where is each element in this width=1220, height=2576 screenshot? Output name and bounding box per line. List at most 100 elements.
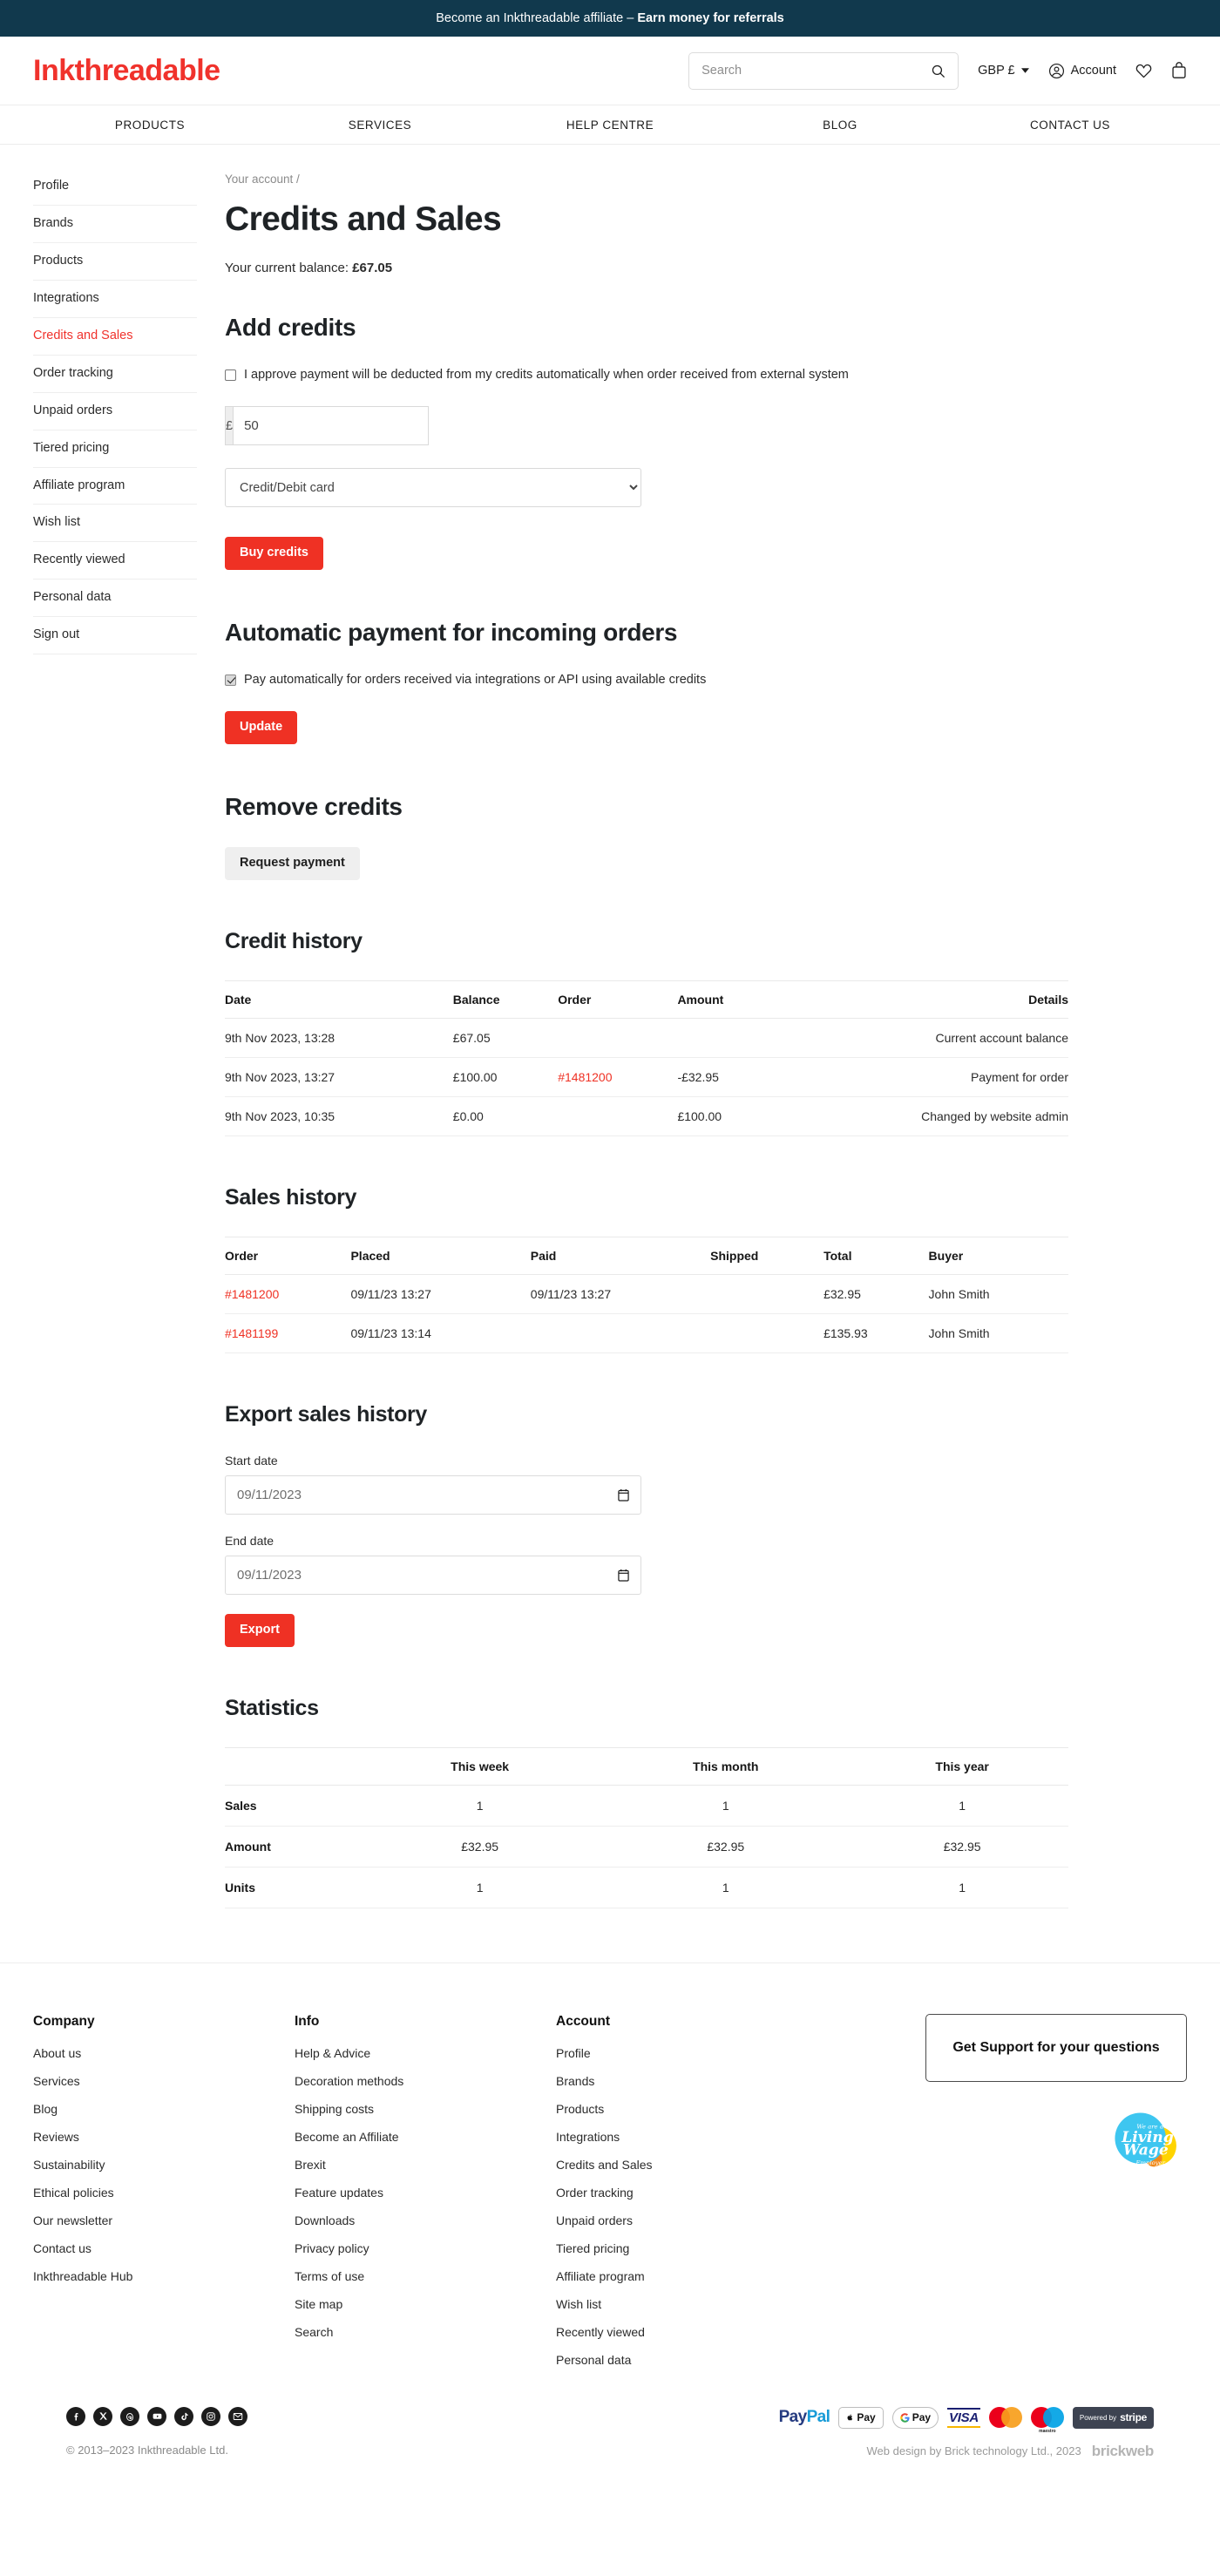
footer-link-credits-and-sales[interactable]: Credits and Sales bbox=[556, 2158, 817, 2172]
site-logo[interactable]: Inkthreadable bbox=[33, 56, 220, 85]
footer-link-unpaid-orders[interactable]: Unpaid orders bbox=[556, 2213, 817, 2227]
cell-month: 1 bbox=[595, 1867, 856, 1908]
order-link[interactable]: #1481200 bbox=[225, 1287, 279, 1301]
request-payment-button[interactable]: Request payment bbox=[225, 847, 360, 880]
footer-link-brands[interactable]: Brands bbox=[556, 2074, 817, 2088]
approve-auto-deduct-row[interactable]: I approve payment will be deducted from … bbox=[225, 368, 1068, 382]
sidebar-item-profile[interactable]: Profile bbox=[33, 174, 197, 206]
currency-selector[interactable]: GBP £ bbox=[978, 64, 1028, 78]
wishlist-button[interactable] bbox=[1135, 63, 1152, 78]
credit-amount-group[interactable]: £ bbox=[225, 406, 380, 445]
sidebar-item-affiliate-program[interactable]: Affiliate program bbox=[33, 468, 197, 505]
cart-button[interactable] bbox=[1171, 62, 1187, 79]
footer-link-wish-list[interactable]: Wish list bbox=[556, 2297, 817, 2311]
sidebar-item-recently-viewed[interactable]: Recently viewed bbox=[33, 542, 197, 580]
auto-payment-checkbox[interactable] bbox=[225, 675, 236, 686]
nav-item-contact-us[interactable]: CONTACT US bbox=[955, 119, 1185, 132]
footer-link-contact-us[interactable]: Contact us bbox=[33, 2241, 295, 2255]
calendar-icon[interactable] bbox=[618, 1569, 629, 1582]
brickweb-logo: brickweb bbox=[1092, 2443, 1154, 2460]
sidebar-item-order-tracking[interactable]: Order tracking bbox=[33, 356, 197, 393]
announcement-bar[interactable]: Become an Inkthreadable affiliate – Earn… bbox=[0, 0, 1220, 37]
footer-link-site-map[interactable]: Site map bbox=[295, 2297, 556, 2311]
cell-order bbox=[558, 1018, 677, 1057]
footer-company-title: Company bbox=[33, 2014, 295, 2030]
cell-order bbox=[558, 1096, 677, 1135]
statistics-heading: Statistics bbox=[225, 1696, 1068, 1721]
order-link[interactable]: #1481199 bbox=[225, 1326, 278, 1340]
get-support-button[interactable]: Get Support for your questions bbox=[925, 2014, 1187, 2082]
instagram-icon[interactable] bbox=[201, 2407, 220, 2426]
cell-paid bbox=[531, 1313, 710, 1352]
web-design-credit: Web design by Brick technology Ltd., 202… bbox=[779, 2443, 1154, 2460]
email-icon[interactable] bbox=[228, 2407, 247, 2426]
footer-link-profile[interactable]: Profile bbox=[556, 2046, 817, 2060]
sidebar-item-tiered-pricing[interactable]: Tiered pricing bbox=[33, 430, 197, 468]
end-date-input[interactable]: 09/11/2023 bbox=[225, 1556, 641, 1595]
buy-credits-button[interactable]: Buy credits bbox=[225, 537, 323, 570]
start-date-input[interactable]: 09/11/2023 bbox=[225, 1475, 641, 1515]
account-link[interactable]: Account bbox=[1048, 63, 1116, 79]
cell-year: 1 bbox=[856, 1867, 1068, 1908]
calendar-icon[interactable] bbox=[618, 1488, 629, 1502]
search-icon[interactable] bbox=[931, 64, 946, 78]
footer-link-products[interactable]: Products bbox=[556, 2102, 817, 2116]
search-input[interactable] bbox=[702, 64, 931, 78]
sidebar-item-credits-and-sales[interactable]: Credits and Sales bbox=[33, 318, 197, 356]
footer-link-sustainability[interactable]: Sustainability bbox=[33, 2158, 295, 2172]
nav-item-services[interactable]: SERVICES bbox=[265, 119, 495, 132]
footer-link-inkthreadable-hub[interactable]: Inkthreadable Hub bbox=[33, 2269, 295, 2283]
auto-payment-row[interactable]: Pay automatically for orders received vi… bbox=[225, 673, 1068, 687]
sidebar-item-sign-out[interactable]: Sign out bbox=[33, 617, 197, 654]
x-twitter-icon[interactable] bbox=[93, 2407, 112, 2426]
footer-link-become-an-affiliate[interactable]: Become an Affiliate bbox=[295, 2130, 556, 2144]
footer-link-search[interactable]: Search bbox=[295, 2325, 556, 2339]
approve-auto-deduct-checkbox[interactable] bbox=[225, 369, 236, 381]
footer-link-privacy-policy[interactable]: Privacy policy bbox=[295, 2241, 556, 2255]
sidebar-item-unpaid-orders[interactable]: Unpaid orders bbox=[33, 393, 197, 430]
footer-link-integrations[interactable]: Integrations bbox=[556, 2130, 817, 2144]
footer-link-brexit[interactable]: Brexit bbox=[295, 2158, 556, 2172]
footer-link-ethical-policies[interactable]: Ethical policies bbox=[33, 2186, 295, 2200]
footer-link-recently-viewed[interactable]: Recently viewed bbox=[556, 2325, 817, 2339]
footer-link-about-us[interactable]: About us bbox=[33, 2046, 295, 2060]
sidebar-item-integrations[interactable]: Integrations bbox=[33, 281, 197, 318]
footer-link-downloads[interactable]: Downloads bbox=[295, 2213, 556, 2227]
sales-history-header-row: OrderPlacedPaidShippedTotalBuyer bbox=[225, 1237, 1068, 1274]
footer-link-help-advice[interactable]: Help & Advice bbox=[295, 2046, 556, 2060]
footer-link-order-tracking[interactable]: Order tracking bbox=[556, 2186, 817, 2200]
update-button[interactable]: Update bbox=[225, 711, 297, 744]
footer-column-account: Account ProfileBrandsProductsIntegration… bbox=[556, 2014, 817, 2381]
footer-link-reviews[interactable]: Reviews bbox=[33, 2130, 295, 2144]
credit-amount-input[interactable] bbox=[233, 406, 429, 445]
sidebar-item-wish-list[interactable]: Wish list bbox=[33, 505, 197, 542]
footer-link-terms-of-use[interactable]: Terms of use bbox=[295, 2269, 556, 2283]
order-link[interactable]: #1481200 bbox=[558, 1070, 612, 1084]
facebook-icon[interactable] bbox=[66, 2407, 85, 2426]
sidebar-item-products[interactable]: Products bbox=[33, 243, 197, 281]
column-header: This month bbox=[595, 1747, 856, 1785]
nav-item-blog[interactable]: BLOG bbox=[725, 119, 955, 132]
nav-item-products[interactable]: PRODUCTS bbox=[35, 119, 265, 132]
footer-link-tiered-pricing[interactable]: Tiered pricing bbox=[556, 2241, 817, 2255]
youtube-icon[interactable] bbox=[147, 2407, 166, 2426]
footer-link-feature-updates[interactable]: Feature updates bbox=[295, 2186, 556, 2200]
search-box[interactable] bbox=[688, 52, 959, 90]
copyright-text: © 2013–2023 Inkthreadable Ltd. bbox=[66, 2444, 247, 2457]
footer-link-decoration-methods[interactable]: Decoration methods bbox=[295, 2074, 556, 2088]
sidebar-item-brands[interactable]: Brands bbox=[33, 206, 197, 243]
tiktok-icon[interactable] bbox=[174, 2407, 193, 2426]
nav-item-help-centre[interactable]: HELP CENTRE bbox=[495, 119, 725, 132]
footer-link-personal-data[interactable]: Personal data bbox=[556, 2353, 817, 2367]
export-button[interactable]: Export bbox=[225, 1614, 295, 1647]
footer-link-shipping-costs[interactable]: Shipping costs bbox=[295, 2102, 556, 2116]
breadcrumb[interactable]: Your account / bbox=[225, 173, 1068, 186]
cell-details: Current account balance bbox=[781, 1018, 1068, 1057]
footer-link-our-newsletter[interactable]: Our newsletter bbox=[33, 2213, 295, 2227]
payment-method-select[interactable]: Credit/Debit card bbox=[225, 468, 641, 507]
footer-link-affiliate-program[interactable]: Affiliate program bbox=[556, 2269, 817, 2283]
footer-link-services[interactable]: Services bbox=[33, 2074, 295, 2088]
threads-icon[interactable] bbox=[120, 2407, 139, 2426]
sidebar-item-personal-data[interactable]: Personal data bbox=[33, 580, 197, 617]
footer-link-blog[interactable]: Blog bbox=[33, 2102, 295, 2116]
